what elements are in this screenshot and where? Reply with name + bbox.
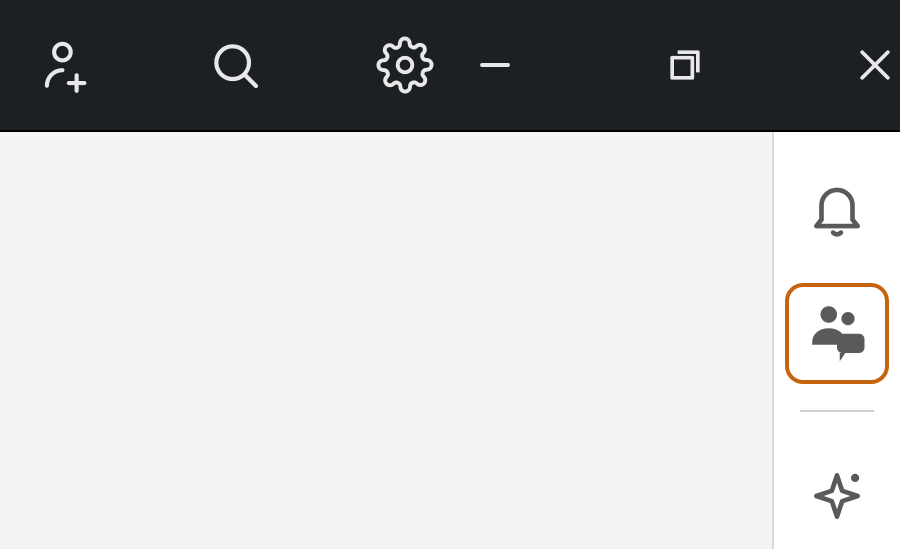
notifications-button[interactable]: [785, 160, 889, 261]
maximize-button[interactable]: [640, 20, 730, 110]
title-bar-left-group: [20, 20, 450, 110]
right-sidebar: [772, 132, 900, 549]
settings-button[interactable]: [360, 20, 450, 110]
search-icon: [207, 37, 263, 93]
minimize-icon: [473, 43, 517, 87]
close-icon: [853, 43, 897, 87]
bell-icon: [806, 177, 868, 244]
copilot-button[interactable]: [785, 448, 889, 549]
add-contact-button[interactable]: [20, 20, 110, 110]
window-controls: [450, 20, 900, 110]
close-button[interactable]: [830, 20, 900, 110]
people-chat-icon: [804, 298, 870, 369]
minimize-button[interactable]: [450, 20, 540, 110]
gear-icon: [376, 36, 434, 94]
title-bar: [0, 0, 900, 132]
sparkle-icon: [806, 465, 868, 532]
search-button[interactable]: [190, 20, 280, 110]
maximize-icon: [663, 43, 707, 87]
add-contact-icon: [34, 34, 96, 96]
sidebar-divider: [800, 410, 874, 412]
main-area: [0, 132, 900, 549]
chat-button[interactable]: [785, 283, 889, 384]
content-pane: [0, 132, 772, 549]
